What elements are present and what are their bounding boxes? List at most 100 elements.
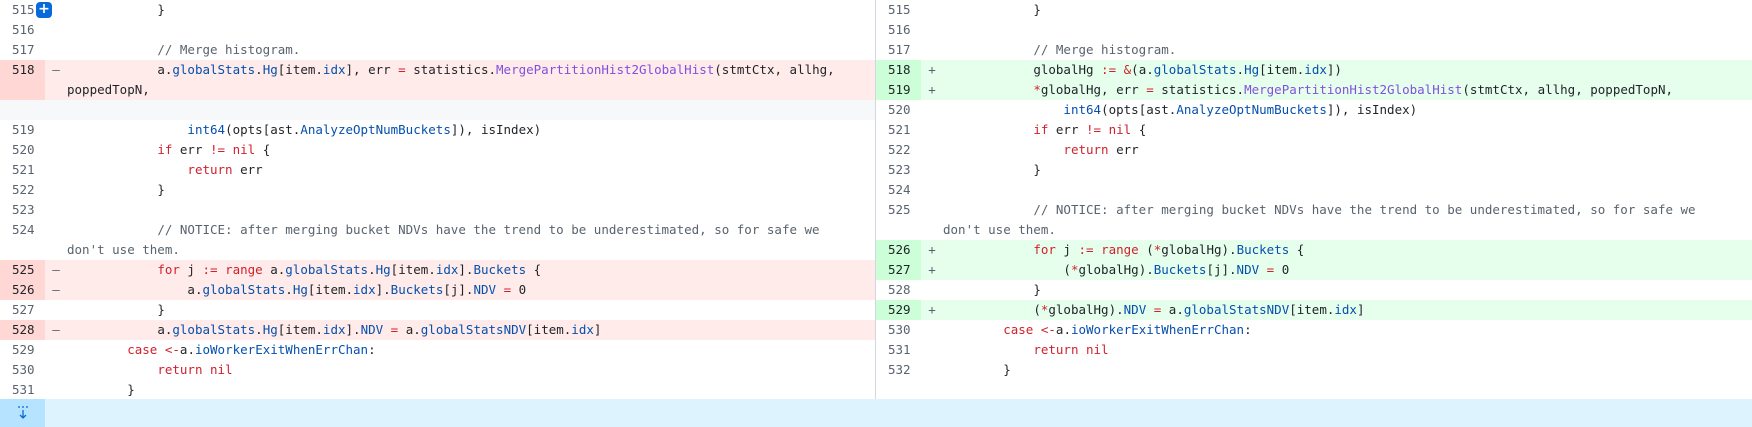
code-content xyxy=(67,100,875,120)
diff-marker xyxy=(45,300,67,320)
code-content: (*globalHg).Buckets[j].NDV = 0 xyxy=(943,260,1752,280)
diff-marker xyxy=(45,100,67,120)
line-number[interactable]: 530 xyxy=(876,320,921,340)
diff-marker xyxy=(921,100,943,120)
code-content: } xyxy=(67,2,165,17)
line-number[interactable]: 530 xyxy=(0,360,45,380)
diff-line: 515 } xyxy=(0,0,875,20)
line-number[interactable]: 517 xyxy=(0,40,45,60)
code-content: return err xyxy=(1063,142,1139,157)
code-content xyxy=(67,200,875,220)
diff-line: 524 // NOTICE: after merging bucket NDVs… xyxy=(0,220,875,260)
line-number[interactable]: 528 xyxy=(0,320,45,340)
line-number[interactable]: 519 xyxy=(0,120,45,140)
diff-marker xyxy=(921,340,943,360)
line-number[interactable]: 523 xyxy=(876,160,921,180)
diff-marker: – xyxy=(45,280,67,300)
line-number[interactable]: 517 xyxy=(876,40,921,60)
line-number[interactable]: 520 xyxy=(876,100,921,120)
code-content: int64(opts[ast.AnalyzeOptNumBuckets]), i… xyxy=(187,122,542,137)
diff-marker: + xyxy=(921,260,943,280)
line-number[interactable]: 522 xyxy=(0,180,45,200)
add-comment-button[interactable]: + xyxy=(36,2,52,18)
diff-line: 516 xyxy=(0,20,875,40)
code-content xyxy=(943,20,1752,40)
code-content: int64(opts[ast.AnalyzeOptNumBuckets]), i… xyxy=(1063,102,1418,117)
code-content: return nil xyxy=(1033,342,1109,357)
diff-marker xyxy=(921,280,943,300)
diff-marker: – xyxy=(45,320,67,340)
diff-marker xyxy=(921,360,943,380)
line-number[interactable]: 521 xyxy=(876,120,921,140)
diff-marker xyxy=(45,360,67,380)
line-number[interactable]: 528 xyxy=(876,280,921,300)
line-number[interactable] xyxy=(0,100,45,120)
diff-marker xyxy=(921,180,943,200)
diff-line: 531 } xyxy=(0,380,875,399)
line-number[interactable]: 519 xyxy=(876,80,921,100)
diff-marker xyxy=(921,320,943,340)
line-number[interactable]: 525 xyxy=(876,200,921,240)
code-content: } xyxy=(943,2,1041,17)
code-content: case <-a.ioWorkerExitWhenErrChan: xyxy=(127,342,376,357)
line-number[interactable]: 524 xyxy=(876,180,921,200)
diff-line: 524 xyxy=(876,180,1752,200)
diff-right-pane: 515 } 516 517 // Merge histogram. 518 + glob… xyxy=(876,0,1752,399)
diff-marker: + xyxy=(921,60,943,80)
expand-hunk-bar xyxy=(0,399,1752,427)
diff-marker xyxy=(45,160,67,180)
diff-marker xyxy=(45,40,67,60)
diff-line: 523 xyxy=(0,200,875,220)
diff-marker xyxy=(921,200,943,240)
line-number[interactable]: 516 xyxy=(0,20,45,40)
line-number[interactable]: 526 xyxy=(876,240,921,260)
diff-line: 528– a.globalStats.Hg[item.idx].NDV = a.… xyxy=(0,320,875,340)
line-number[interactable]: 531 xyxy=(0,380,45,399)
code-content: } xyxy=(67,302,165,317)
diff-line: 527 } xyxy=(0,300,875,320)
code-content: return err xyxy=(187,162,263,177)
plus-icon: + xyxy=(38,1,50,17)
split-diff-view: 515 } 516 517 // Merge histogram. 518– a.gl… xyxy=(0,0,1752,399)
diff-marker xyxy=(921,140,943,160)
diff-line: 518– a.globalStats.Hg[item.idx], err = s… xyxy=(0,60,875,100)
diff-line: 516 xyxy=(876,20,1752,40)
code-content: a.globalStats.Hg[item.idx].NDV = a.globa… xyxy=(67,320,875,340)
diff-line: 522 return err xyxy=(876,140,1752,160)
diff-marker xyxy=(921,20,943,40)
line-number[interactable]: 520 xyxy=(0,140,45,160)
line-number[interactable]: 531 xyxy=(876,340,921,360)
line-number[interactable]: 524 xyxy=(0,220,45,260)
line-number[interactable]: 523 xyxy=(0,200,45,220)
line-number[interactable]: 516 xyxy=(876,20,921,40)
diff-line: 532 } xyxy=(876,360,1752,380)
line-number[interactable]: 515 xyxy=(876,0,921,20)
line-number[interactable]: 525 xyxy=(0,260,45,280)
line-number[interactable]: 532 xyxy=(876,360,921,380)
diff-marker xyxy=(45,200,67,220)
diff-marker: – xyxy=(45,260,67,280)
diff-line: 531 return nil xyxy=(876,340,1752,360)
code-content: for j := range a.globalStats.Hg[item.idx… xyxy=(67,260,875,280)
line-number[interactable]: 527 xyxy=(876,260,921,280)
line-number[interactable]: 526 xyxy=(0,280,45,300)
diff-marker xyxy=(45,140,67,160)
line-number[interactable]: 529 xyxy=(0,340,45,360)
diff-marker xyxy=(921,160,943,180)
line-number[interactable]: 522 xyxy=(876,140,921,160)
expand-down-button[interactable] xyxy=(0,399,45,427)
line-number[interactable]: 518 xyxy=(876,60,921,80)
diff-line: 525– for j := range a.globalStats.Hg[ite… xyxy=(0,260,875,280)
code-content: *globalHg, err = statistics.MergePartiti… xyxy=(943,80,1752,100)
diff-line: 521 if err != nil { xyxy=(876,120,1752,140)
code-content: a.globalStats.Hg[item.idx], err = statis… xyxy=(67,60,875,100)
line-number[interactable]: 529 xyxy=(876,300,921,320)
code-content: } xyxy=(943,362,1011,377)
diff-marker xyxy=(45,340,67,360)
code-content: } xyxy=(943,162,1041,177)
diff-line: 518 + globalHg := &(a.globalStats.Hg[item… xyxy=(876,60,1752,80)
diff-line: 530 case <-a.ioWorkerExitWhenErrChan: xyxy=(876,320,1752,340)
line-number[interactable]: 527 xyxy=(0,300,45,320)
line-number[interactable]: 521 xyxy=(0,160,45,180)
line-number[interactable]: 518 xyxy=(0,60,45,100)
